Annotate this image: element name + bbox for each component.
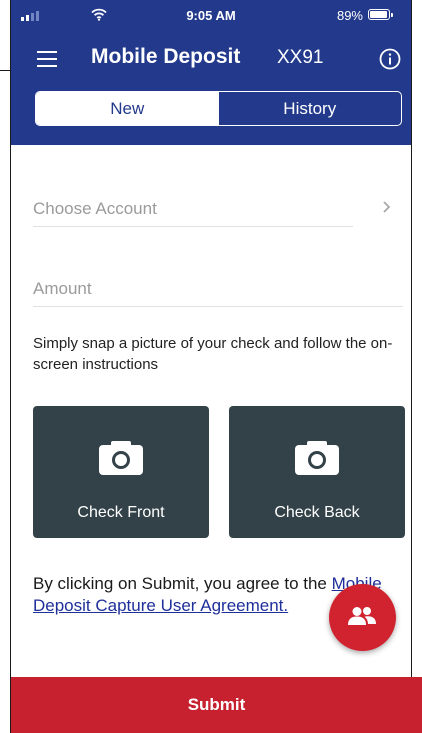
info-icon[interactable] <box>379 48 401 70</box>
check-back-label: Check Back <box>274 504 360 521</box>
menu-icon[interactable] <box>37 51 57 67</box>
tab-history[interactable]: History <box>219 92 402 125</box>
instructions-text: Simply snap a picture of your check and … <box>33 335 393 373</box>
contacts-fab-button[interactable] <box>329 584 396 651</box>
status-bar: 9:05 AM 89% <box>11 0 411 30</box>
app-header: 9:05 AM 89% Mobile Deposit XX91 New Hist… <box>11 0 411 145</box>
people-icon <box>348 607 376 625</box>
submit-button[interactable]: Submit <box>11 677 422 733</box>
choose-account-field[interactable]: Choose Account <box>33 199 157 219</box>
page-title: Mobile Deposit <box>91 45 241 68</box>
agreement-prefix: By clicking on Submit, you agree to the <box>33 574 332 593</box>
camera-icon <box>295 441 339 475</box>
chevron-right-icon[interactable] <box>382 200 392 214</box>
check-front-label: Check Front <box>77 504 165 521</box>
account-underline <box>33 226 353 227</box>
check-front-button[interactable]: Check Front <box>33 406 209 538</box>
check-back-button[interactable]: Check Back <box>229 406 405 538</box>
amount-field[interactable]: Amount <box>33 279 92 299</box>
battery-icon <box>368 9 393 20</box>
frame-left-tick <box>0 70 11 71</box>
account-suffix: XX91 <box>277 47 324 68</box>
camera-icon <box>99 441 143 475</box>
amount-underline <box>33 306 403 307</box>
segmented-tabs: New History <box>35 91 402 126</box>
battery-percent: 89% <box>336 8 363 23</box>
frame-right-edge <box>411 0 412 733</box>
tab-new[interactable]: New <box>36 92 219 125</box>
